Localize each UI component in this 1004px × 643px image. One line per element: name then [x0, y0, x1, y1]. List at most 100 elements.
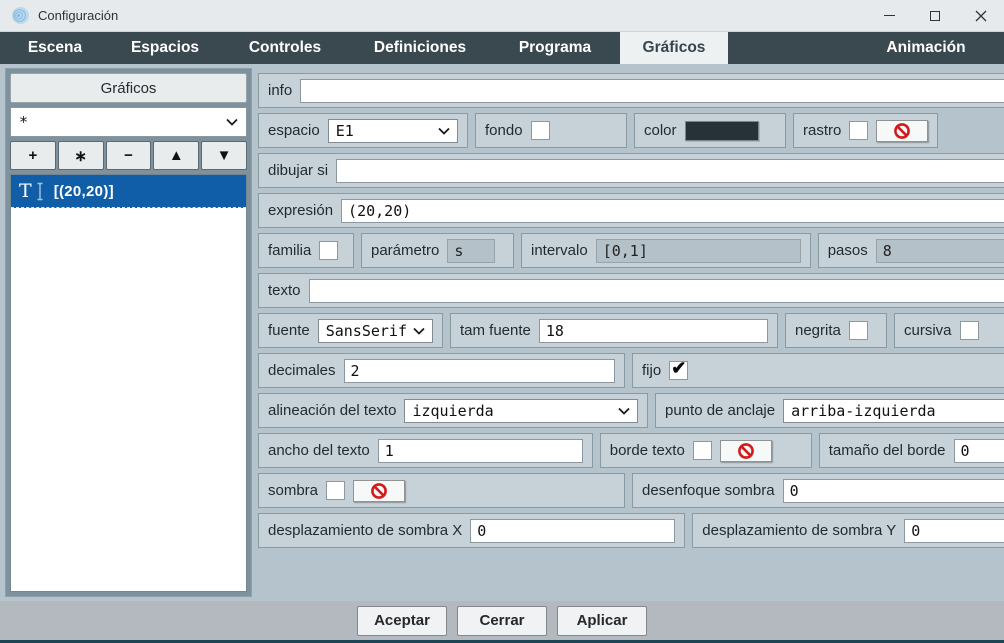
ancho-texto-label: ancho del texto [268, 442, 370, 459]
row-spacer [945, 113, 1004, 148]
duplicate-graphic-button[interactable]: ∗ [57, 141, 104, 170]
field-cursiva: cursiva [894, 313, 1004, 348]
field-sombra: sombra [258, 473, 625, 508]
maximize-icon [930, 10, 940, 21]
row-ancho-texto: ancho del texto borde texto tamaño del b… [258, 433, 1004, 468]
sombra-color-button[interactable] [353, 479, 406, 502]
info-input[interactable] [300, 78, 1004, 103]
expresion-input[interactable] [341, 198, 1004, 223]
despl-sombra-x-input[interactable] [470, 518, 676, 543]
borde-texto-color-button[interactable] [719, 439, 772, 462]
fuente-select[interactable]: SansSerif [317, 318, 433, 343]
field-alineacion-texto: alineación del texto izquierda [258, 393, 648, 428]
familia-checkbox[interactable] [319, 241, 339, 260]
rastro-checkbox[interactable] [849, 121, 869, 140]
sombra-label: sombra [268, 482, 319, 499]
close-icon [975, 10, 987, 21]
window-controls [866, 0, 1004, 31]
desenfoque-sombra-input[interactable] [782, 478, 1004, 503]
field-info: info [258, 73, 1004, 108]
maximize-button[interactable] [912, 0, 958, 31]
tam-fuente-label: tam fuente [460, 322, 531, 339]
field-familia: familia [258, 233, 354, 268]
tamano-borde-input[interactable] [953, 438, 1004, 463]
borde-texto-label: borde texto [609, 442, 685, 459]
remove-graphic-button[interactable]: − [105, 141, 152, 170]
minimize-button[interactable] [866, 0, 912, 31]
info-label: info [268, 82, 293, 99]
field-negrita: negrita [785, 313, 887, 348]
app-logo-icon [11, 6, 30, 25]
dibujar-si-input[interactable] [336, 158, 1004, 183]
punto-anclaje-select[interactable]: arriba-izquierda [783, 398, 1004, 423]
alineacion-select[interactable]: izquierda [404, 398, 638, 423]
field-dibujar-si: dibujar si [258, 153, 1004, 188]
despl-sombra-y-input[interactable] [904, 518, 1004, 543]
field-texto: texto T Rtf [258, 273, 1004, 308]
cursiva-checkbox[interactable] [959, 321, 979, 340]
field-rastro: rastro [793, 113, 939, 148]
negrita-checkbox[interactable] [848, 321, 868, 340]
pasos-input [875, 238, 1004, 263]
field-color: color [634, 113, 786, 148]
filter-value: * [19, 113, 29, 131]
field-fuente: fuente SansSerif [258, 313, 443, 348]
field-espacio: espacio E1 [258, 113, 468, 148]
add-graphic-button[interactable]: + [10, 141, 56, 170]
tab-controles[interactable]: Controles [220, 32, 350, 64]
rastro-color-button[interactable] [876, 119, 929, 142]
tab-espacios[interactable]: Espacios [110, 32, 220, 64]
row-texto: texto T Rtf [258, 273, 1004, 308]
field-fondo: fondo [475, 113, 627, 148]
field-expresion: expresión [258, 193, 1004, 228]
fondo-checkbox[interactable] [530, 121, 550, 140]
tab-escena[interactable]: Escena [0, 32, 110, 64]
field-fijo: fijo [632, 353, 1004, 388]
row-desplazamiento: desplazamiento de sombra X desplazamient… [258, 513, 1004, 548]
desenfoque-sombra-label: desenfoque sombra [642, 482, 775, 499]
sombra-checkbox[interactable] [326, 481, 346, 500]
rastro-label: rastro [803, 122, 842, 139]
pasos-label: pasos [827, 242, 868, 259]
decimales-label: decimales [268, 362, 336, 379]
tab-programa[interactable]: Programa [490, 32, 620, 64]
tab-graficos[interactable]: Gráficos [620, 32, 728, 64]
cerrar-button[interactable]: Cerrar [457, 605, 547, 636]
row-fuente: fuente SansSerif tam fuente negrita curs… [258, 313, 1004, 348]
ancho-texto-input[interactable] [377, 438, 583, 463]
row-dibujar-si: dibujar si coord abs [258, 153, 1004, 188]
texto-input[interactable] [308, 278, 1004, 303]
espacio-select[interactable]: E1 [327, 118, 458, 143]
despl-sombra-x-label: desplazamiento de sombra X [268, 522, 463, 539]
color-swatch[interactable] [684, 120, 759, 141]
close-button[interactable] [958, 0, 1004, 31]
dialog-footer: Aceptar Cerrar Aplicar [0, 601, 1004, 640]
title-bar: Configuración [0, 0, 1004, 32]
move-down-button[interactable]: ▼ [201, 141, 247, 170]
decimales-input[interactable] [343, 358, 615, 383]
list-item-text-graphic[interactable]: T [(20,20)] [11, 175, 246, 208]
intervalo-input [595, 238, 801, 263]
dibujar-si-label: dibujar si [268, 162, 329, 179]
field-tamano-borde: tamaño del borde [818, 433, 1004, 468]
apply-button[interactable]: Aplicar [557, 605, 647, 636]
no-entry-icon [737, 442, 754, 459]
fijo-checkbox[interactable] [669, 358, 689, 380]
move-up-button[interactable]: ▲ [153, 141, 200, 170]
borde-texto-checkbox[interactable] [692, 441, 712, 460]
filter-select[interactable]: * [10, 107, 247, 137]
texto-label: texto [268, 282, 301, 299]
row-info: info [258, 73, 1004, 108]
chevron-down-icon [226, 118, 238, 126]
fuente-label: fuente [268, 322, 310, 339]
tab-definiciones[interactable]: Definiciones [350, 32, 490, 64]
row-familia: familia parámetro intervalo pasos [258, 233, 1004, 268]
no-entry-icon [894, 122, 911, 139]
chevron-down-icon [413, 327, 425, 335]
tab-animacion[interactable]: Animación [856, 32, 996, 64]
field-borde-texto: borde texto [599, 433, 812, 468]
accept-button[interactable]: Aceptar [357, 605, 447, 636]
alineacion-label: alineación del texto [268, 402, 397, 419]
field-pasos: pasos [817, 233, 1004, 268]
tam-fuente-input[interactable] [538, 318, 768, 343]
